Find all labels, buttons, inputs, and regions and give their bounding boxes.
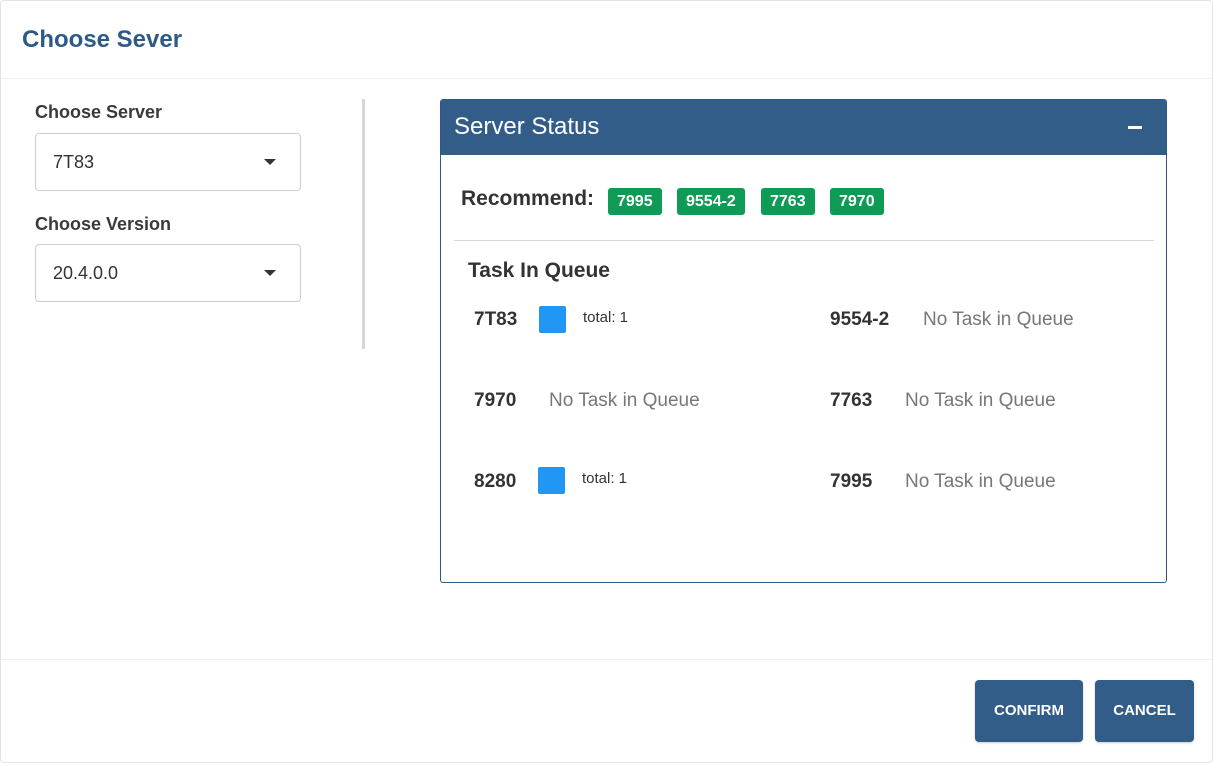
queue-server-name: 7995 xyxy=(830,471,873,492)
panel-title: Server Status xyxy=(454,113,600,140)
queue-title: Task In Queue xyxy=(468,259,610,282)
vertical-divider xyxy=(362,99,365,349)
choose-version-label: Choose Version xyxy=(35,214,172,234)
queue-total: total: 1 xyxy=(582,470,628,487)
choose-server-dialog: Choose Sever Choose Server 7T83 Choose V… xyxy=(0,0,1213,763)
queue-server-name: 7970 xyxy=(474,390,517,411)
queue-status: No Task in Queue xyxy=(905,390,1056,411)
caret-down-icon xyxy=(264,159,276,165)
server-status-panel: Server Status Recommend: 7995 9554-2 776… xyxy=(440,99,1167,583)
minus-icon[interactable] xyxy=(1128,126,1142,129)
queue-server-name: 7763 xyxy=(830,390,873,411)
task-indicator[interactable] xyxy=(539,306,566,333)
queue-total: total: 1 xyxy=(583,309,629,326)
recommend-badge[interactable]: 9554-2 xyxy=(677,188,745,215)
queue-status: No Task in Queue xyxy=(923,309,1074,330)
choose-server-label: Choose Server xyxy=(35,102,163,122)
cancel-button[interactable]: CANCEL xyxy=(1095,680,1194,742)
recommend-badge[interactable]: 7995 xyxy=(608,188,662,215)
queue-status: No Task in Queue xyxy=(549,390,700,411)
recommend-label: Recommend: xyxy=(461,187,595,210)
task-indicator[interactable] xyxy=(538,467,565,494)
footer-divider xyxy=(1,659,1212,660)
recommend-badge[interactable]: 7970 xyxy=(830,188,884,215)
queue-status: No Task in Queue xyxy=(905,471,1056,492)
queue-server-name: 7T83 xyxy=(474,309,518,330)
confirm-button[interactable]: CONFIRM xyxy=(975,680,1083,742)
panel-header: Server Status xyxy=(441,100,1166,155)
dialog-title: Choose Sever xyxy=(22,26,183,53)
caret-down-icon xyxy=(264,270,276,276)
server-select[interactable]: 7T83 xyxy=(35,133,301,191)
server-select-value: 7T83 xyxy=(53,152,95,172)
dialog-header: Choose Sever xyxy=(1,1,1212,79)
version-select[interactable]: 20.4.0.0 xyxy=(35,244,301,302)
version-select-value: 20.4.0.0 xyxy=(53,263,119,283)
section-divider xyxy=(454,240,1154,241)
recommend-badge[interactable]: 7763 xyxy=(761,188,815,215)
queue-server-name: 9554-2 xyxy=(830,309,890,330)
queue-server-name: 8280 xyxy=(474,471,517,492)
